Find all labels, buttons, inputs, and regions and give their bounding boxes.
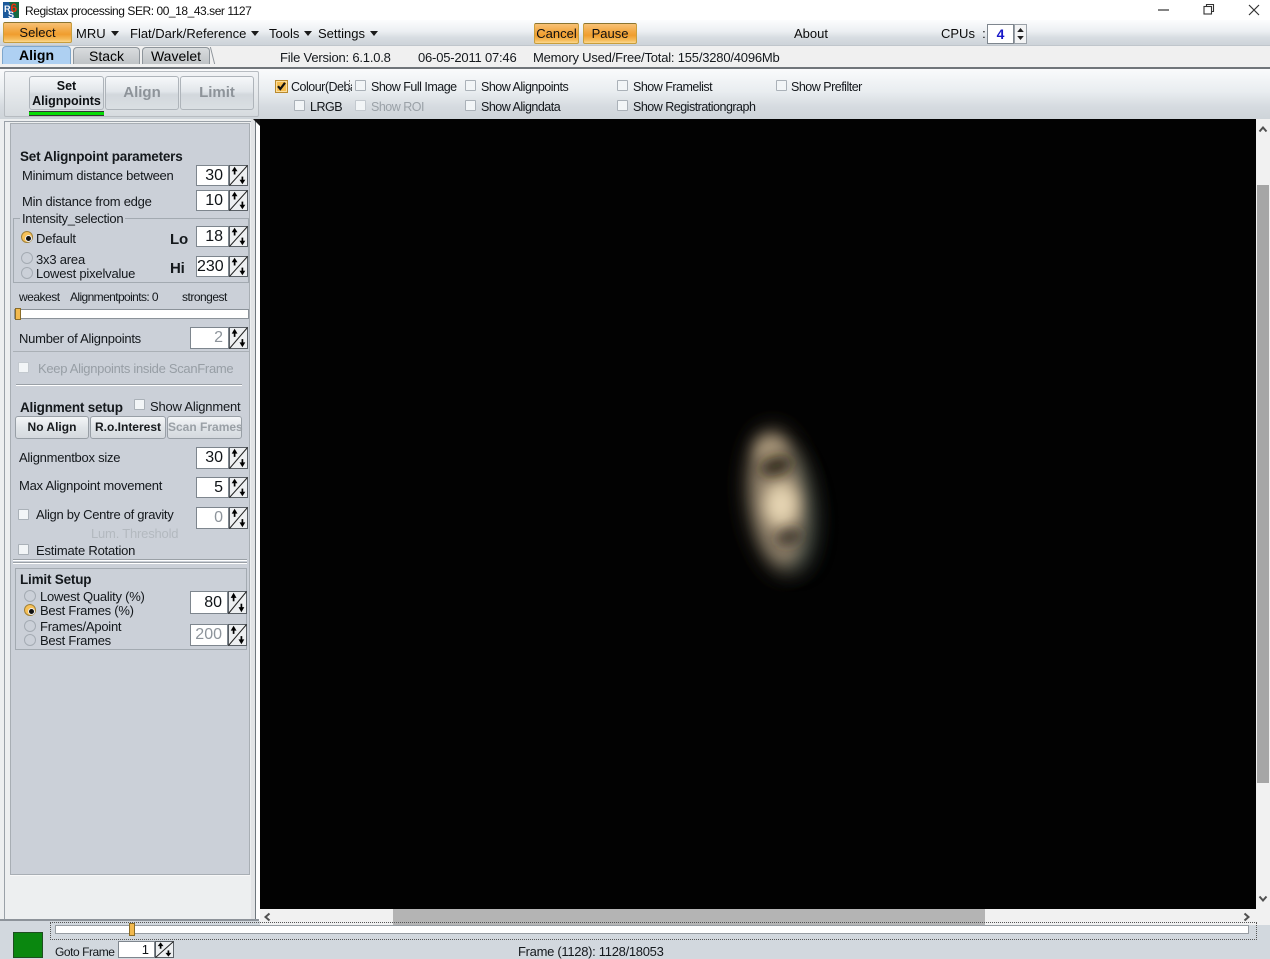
svg-text:6: 6 [11,2,18,15]
